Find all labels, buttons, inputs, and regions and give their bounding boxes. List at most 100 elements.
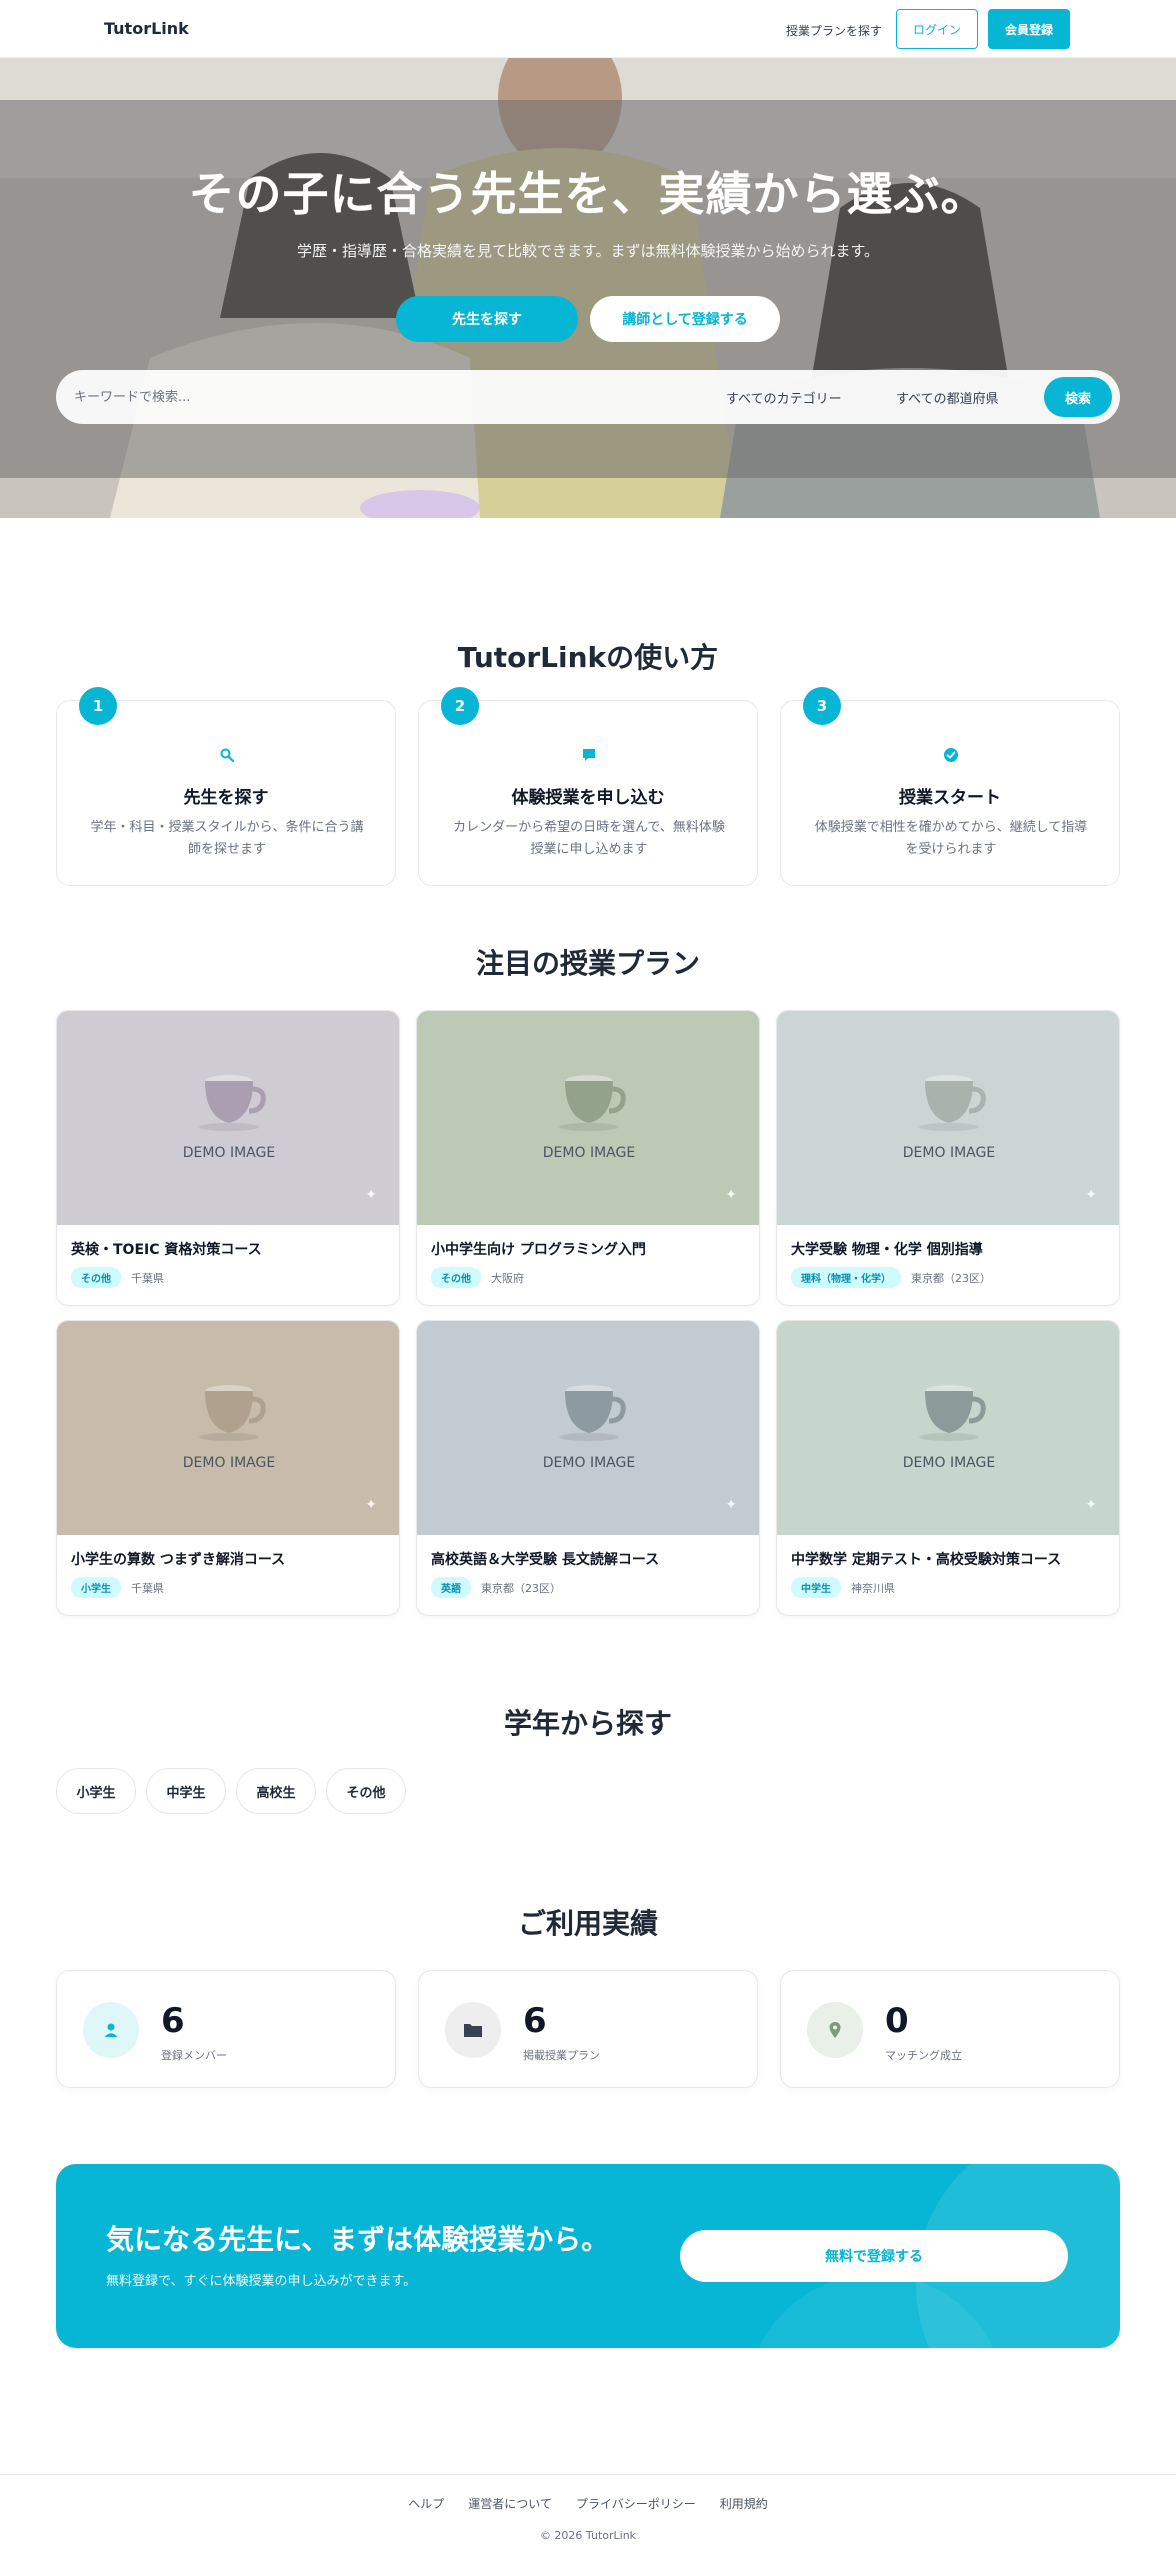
- step-description: 学年・科目・授業スタイルから、条件に合う講師を探せます: [90, 820, 364, 857]
- stat-value: 6: [161, 2001, 185, 2041]
- find-tutor-button[interactable]: 先生を探す: [396, 296, 578, 342]
- search-icon: [217, 745, 237, 765]
- category-select[interactable]: すべてのカテゴリー: [726, 388, 842, 407]
- step-card: 2 体験授業を申し込む カレンダーから希望の日時を選んで、無料体験授業に申し込め…: [418, 687, 758, 886]
- chat-bubble-icon: [579, 745, 599, 765]
- demo-image-label: DEMO IMAGE: [902, 1455, 996, 1471]
- grade-pill-junior-high[interactable]: 中学生: [146, 1768, 226, 1814]
- footer-link-terms[interactable]: 利用規約: [720, 2495, 768, 2512]
- sparkle-icon: ✦: [725, 1187, 737, 1203]
- coffee-cup-icon: [559, 1075, 626, 1131]
- plan-card[interactable]: DEMO IMAGE ✦ 大学受験 物理・化学 個別指導理科（物理・化学） 東京都（2…: [776, 1010, 1120, 1306]
- plan-title: 大学受験 物理・化学 個別指導: [791, 1242, 983, 1258]
- plan-category-badge: 小学生: [71, 1577, 121, 1598]
- step-number: 3: [803, 687, 841, 725]
- plan-image: DEMO IMAGE ✦: [417, 1321, 759, 1535]
- sparkle-icon: ✦: [725, 1497, 737, 1513]
- step-description: カレンダーから希望の日時を選んで、無料体験授業に申し込めます: [453, 820, 725, 857]
- free-signup-button[interactable]: 無料で登録する: [680, 2230, 1068, 2282]
- how-to-title: TutorLinkの使い方: [457, 641, 719, 674]
- footer-link-help[interactable]: ヘルプ: [408, 2495, 444, 2512]
- plan-image: DEMO IMAGE ✦: [777, 1011, 1119, 1225]
- site-footer: ヘルプ 運営者について プライバシーポリシー 利用規約 © 2026 Tutor…: [0, 2474, 1176, 2560]
- search-bar: すべてのカテゴリー すべての都道府県 検索: [56, 370, 1120, 424]
- plan-image: DEMO IMAGE ✦: [417, 1011, 759, 1225]
- plan-title: 小学生の算数 つまずき解消コース: [71, 1552, 286, 1568]
- stat-label: 掲載授業プラン: [523, 2049, 600, 2062]
- plan-card[interactable]: DEMO IMAGE ✦ 中学数学 定期テスト・高校受験対策コース 中学生 神奈川県: [776, 1320, 1120, 1616]
- logo[interactable]: TutorLink: [104, 19, 189, 38]
- plan-title: 英検・TOEIC 資格対策コース: [71, 1242, 262, 1258]
- footer-link-privacy[interactable]: プライバシーポリシー: [576, 2495, 696, 2512]
- plan-card[interactable]: DEMO IMAGE ✦ 英検・TOEIC 資格対策コースその他 千葉県: [56, 1010, 400, 1306]
- demo-image-label: DEMO IMAGE: [182, 1455, 276, 1471]
- plan-meta: 中学生 神奈川県: [791, 1577, 895, 1598]
- hero-section: その子に合う先生を、実績から選ぶ。 学歴・指導歴・合格実績を見て比較できます。ま…: [0, 58, 1176, 518]
- stat-label: マッチング成立: [885, 2049, 962, 2062]
- demo-image-label: DEMO IMAGE: [542, 1455, 636, 1471]
- plan-image: DEMO IMAGE ✦: [777, 1321, 1119, 1535]
- coffee-cup-icon: [559, 1385, 626, 1441]
- cta-banner: 気になる先生に、まずは体験授業から。 無料登録で、すぐに体験授業の申し込みができ…: [56, 2164, 1120, 2348]
- copyright: © 2026 TutorLink: [539, 2529, 637, 2542]
- plan-card[interactable]: DEMO IMAGE ✦ 小中学生向け プログラミング入門 その他 大阪府: [416, 1010, 760, 1306]
- demo-image-label: DEMO IMAGE: [542, 1145, 636, 1161]
- sparkle-icon: ✦: [1085, 1187, 1097, 1203]
- step-number: 1: [79, 687, 117, 725]
- plan-meta: その他 千葉県: [71, 1267, 164, 1288]
- nav-find-plans-link[interactable]: 授業プランを探す: [786, 22, 882, 39]
- grade-pill-other[interactable]: その他: [326, 1768, 406, 1814]
- plan-title: 小中学生向け プログラミング入門: [431, 1242, 646, 1258]
- plan-category-badge: その他: [431, 1267, 481, 1288]
- plan-title: 高校英語＆大学受験 長文読解コース: [431, 1552, 660, 1568]
- cta-title: 気になる先生に、まずは体験授業から。: [106, 2223, 610, 2256]
- plan-location: 千葉県: [131, 1581, 164, 1595]
- featured-plans-title: 注目の授業プラン: [475, 947, 700, 980]
- stat-card-matches: 0 マッチング成立: [780, 1970, 1120, 2088]
- coffee-cup-icon: [919, 1075, 986, 1131]
- stat-card-plans: 6 掲載授業プラン: [418, 1970, 758, 2088]
- plan-card[interactable]: DEMO IMAGE ✦ 小学生の算数 つまずき解消コース小学生 千葉県: [56, 1320, 400, 1616]
- demo-image-label: DEMO IMAGE: [902, 1145, 996, 1161]
- step-title: 先生を探す: [183, 788, 269, 808]
- grade-pill-high-school[interactable]: 高校生: [236, 1768, 316, 1814]
- search-button[interactable]: 検索: [1044, 377, 1112, 417]
- plan-location: 千葉県: [131, 1271, 164, 1285]
- stat-card-members: 6 登録メンバー: [56, 1970, 396, 2088]
- grades-title: 学年から探す: [503, 1707, 672, 1740]
- register-as-tutor-button[interactable]: 講師として登録する: [590, 296, 780, 342]
- plan-meta: 小学生 千葉県: [71, 1577, 164, 1598]
- location-pin-icon: [807, 2002, 863, 2058]
- plan-location: 神奈川県: [851, 1581, 895, 1595]
- hero-title: その子に合う先生を、実績から選ぶ。: [188, 167, 988, 221]
- step-card: 3 授業スタート 体験授業で相性を確かめてから、継続して指導を受けられます: [780, 687, 1120, 886]
- plan-location: 東京都（23区）: [911, 1271, 991, 1285]
- login-button[interactable]: ログイン: [896, 9, 978, 49]
- site-header: TutorLink 授業プランを探す ログイン 会員登録: [0, 0, 1176, 58]
- stats-title: ご利用実績: [517, 1907, 658, 1940]
- footer-link-about[interactable]: 運営者について: [468, 2495, 552, 2512]
- plan-category-badge: 中学生: [791, 1577, 841, 1598]
- search-input[interactable]: [74, 387, 634, 407]
- step-card: 1 先生を探す 学年・科目・授業スタイルから、条件に合う講師を探せます: [56, 687, 396, 886]
- signup-button[interactable]: 会員登録: [988, 9, 1070, 49]
- plan-category-badge: その他: [71, 1267, 121, 1288]
- grade-pill-elementary[interactable]: 小学生: [56, 1768, 136, 1814]
- cta-subtitle: 無料登録で、すぐに体験授業の申し込みができます。: [106, 2274, 417, 2289]
- step-description: 体験授業で相性を確かめてから、継続して指導を受けられます: [814, 820, 1088, 857]
- plan-location: 東京都（23区）: [481, 1581, 561, 1595]
- folder-icon: [445, 2002, 501, 2058]
- plan-card[interactable]: DEMO IMAGE ✦ 高校英語＆大学受験 長文読解コース英語 東京都（23区）: [416, 1320, 760, 1616]
- plan-category-badge: 英語: [431, 1577, 471, 1598]
- check-circle-icon: [941, 745, 961, 765]
- prefecture-select[interactable]: すべての都道府県: [896, 388, 999, 407]
- plan-image: DEMO IMAGE ✦: [57, 1011, 399, 1225]
- stat-value: 6: [523, 2001, 547, 2041]
- demo-image-label: DEMO IMAGE: [182, 1145, 276, 1161]
- sparkle-icon: ✦: [365, 1497, 377, 1513]
- coffee-cup-icon: [199, 1075, 266, 1131]
- plan-category-badge: 理科（物理・化学）: [791, 1267, 901, 1288]
- step-title: 授業スタート: [899, 788, 1001, 808]
- plan-meta: 英語 東京都（23区）: [431, 1577, 561, 1598]
- footer-links: ヘルプ 運営者について プライバシーポリシー 利用規約: [0, 2495, 1176, 2512]
